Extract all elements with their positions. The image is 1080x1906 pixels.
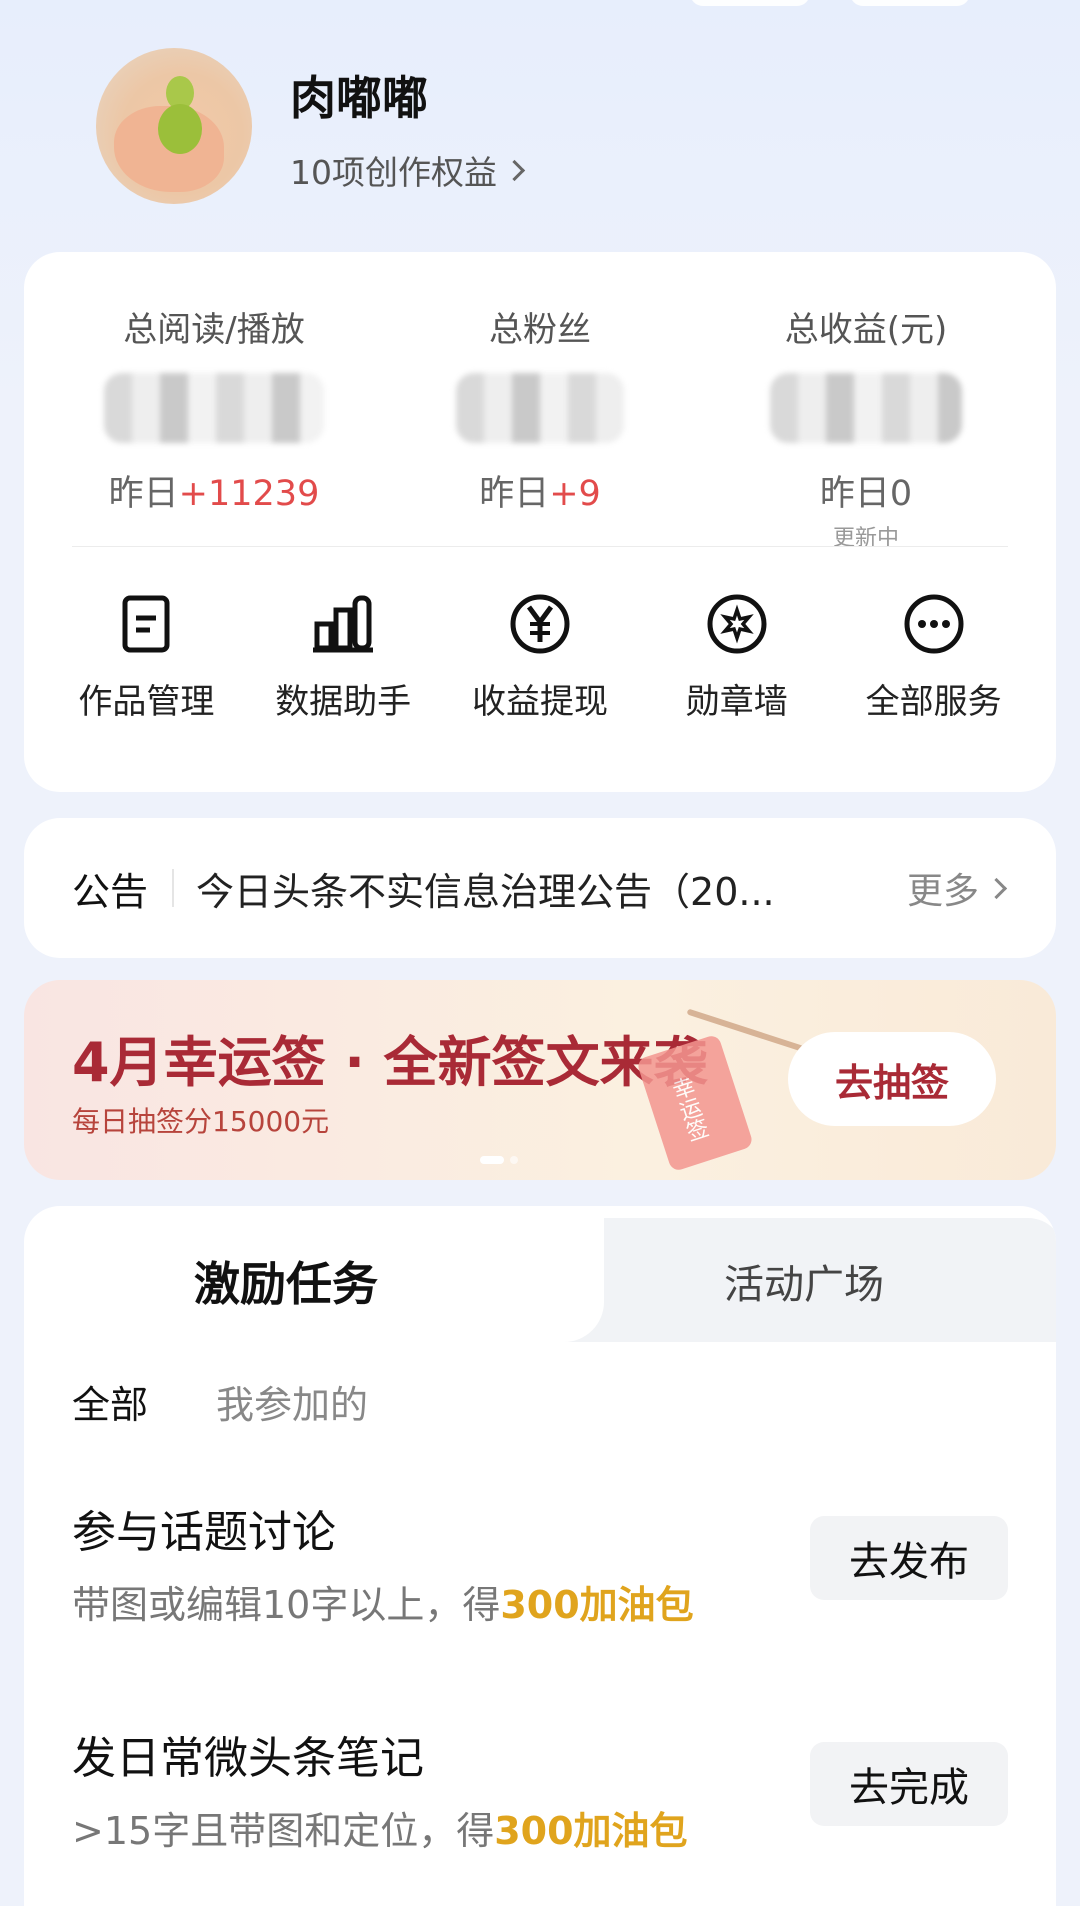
tool-grid: 作品管理 数据助手 收益提现 勋章墙 全部服务 bbox=[48, 592, 1032, 723]
tool-medal-wall[interactable]: 勋章墙 bbox=[638, 592, 835, 723]
more-label: 更多 bbox=[906, 871, 979, 912]
stat-label: 总粉丝 bbox=[489, 310, 591, 350]
tool-data-assistant[interactable]: 数据助手 bbox=[245, 592, 442, 723]
tool-label: 作品管理 bbox=[78, 682, 215, 722]
filter-all[interactable]: 全部 bbox=[72, 1374, 148, 1429]
filter-joined[interactable]: 我参加的 bbox=[216, 1374, 368, 1429]
stat-label: 总阅读/播放 bbox=[123, 310, 305, 350]
stat-value-blurred bbox=[770, 373, 962, 443]
divider bbox=[172, 869, 175, 907]
chevron-right-icon bbox=[503, 159, 526, 181]
carousel-dot bbox=[510, 1156, 518, 1164]
stat-delta: 昨日+11239 bbox=[108, 474, 320, 514]
tool-label: 全部服务 bbox=[865, 682, 1002, 722]
announcement-bar[interactable]: 公告 今日头条不实信息治理公告（20... 更多 bbox=[24, 818, 1056, 958]
bar-chart-icon bbox=[313, 595, 374, 653]
medal-icon bbox=[707, 594, 767, 654]
avatar[interactable] bbox=[96, 48, 252, 204]
task-item: 发日常微头条笔记 >15字且带图和定位，得300加油包 去完成 bbox=[72, 1722, 1008, 1855]
avatar-gourd-bottom bbox=[158, 104, 202, 154]
task-item: 参与话题讨论 带图或编辑10字以上，得300加油包 去发布 bbox=[72, 1496, 1008, 1629]
tab-activity-square[interactable]: 活动广场 bbox=[724, 1252, 884, 1310]
stat-delta: 昨日0 bbox=[819, 474, 913, 514]
divider bbox=[72, 546, 1008, 547]
tool-label: 勋章墙 bbox=[685, 682, 788, 722]
draw-lot-button[interactable]: 去抽签 bbox=[788, 1032, 996, 1126]
tool-income-withdraw[interactable]: 收益提现 bbox=[442, 592, 639, 723]
complete-button[interactable]: 去完成 bbox=[810, 1742, 1008, 1826]
carousel-indicator bbox=[480, 1156, 518, 1164]
tab-curve bbox=[544, 1218, 604, 1342]
tasks-panel: 激励任务 活动广场 全部 我参加的 参与话题讨论 带图或编辑10字以上，得300… bbox=[24, 1206, 1056, 1906]
stat-value-blurred bbox=[456, 373, 624, 443]
stat-total-reads[interactable]: 总阅读/播放 昨日+11239 bbox=[64, 252, 364, 516]
document-icon bbox=[122, 595, 170, 653]
tool-all-services[interactable]: 全部服务 bbox=[835, 592, 1032, 723]
lucky-envelope-icon: 幸运签 bbox=[635, 1033, 755, 1173]
stat-label: 总收益(元) bbox=[784, 310, 948, 350]
status-pill bbox=[850, 0, 970, 6]
tool-works-management[interactable]: 作品管理 bbox=[48, 592, 245, 723]
yen-icon bbox=[510, 594, 570, 654]
announcement-tag: 公告 bbox=[72, 869, 149, 914]
publish-button[interactable]: 去发布 bbox=[810, 1516, 1008, 1600]
stats-card: 总阅读/播放 昨日+11239 总粉丝 昨日+9 总收益(元) 昨日0 更新中 … bbox=[24, 252, 1056, 792]
stat-total-income[interactable]: 总收益(元) 昨日0 更新中 bbox=[716, 252, 1016, 552]
chevron-right-icon bbox=[985, 877, 1008, 899]
tab-incentive-tasks[interactable]: 激励任务 bbox=[194, 1248, 378, 1314]
creator-rights-link[interactable]: 10项创作权益 bbox=[290, 146, 526, 194]
announcement-text[interactable]: 今日头条不实信息治理公告（20... bbox=[196, 861, 846, 916]
status-pill bbox=[690, 0, 810, 6]
username[interactable]: 肉嘟嘟 bbox=[290, 62, 428, 128]
creator-rights-label: 10项创作权益 bbox=[290, 153, 497, 192]
stat-delta: 昨日+9 bbox=[479, 474, 601, 514]
tool-label: 数据助手 bbox=[275, 682, 412, 722]
stat-updating-note: 更新中 bbox=[832, 526, 899, 551]
banner-subtitle: 每日抽签分15000元 bbox=[72, 1105, 330, 1138]
stat-value-blurred bbox=[104, 373, 324, 443]
more-icon bbox=[904, 594, 964, 654]
announcement-more-link[interactable]: 更多 bbox=[906, 862, 1008, 914]
banner-title: 4月幸运签 · 全新签文来袭 bbox=[72, 1031, 708, 1094]
lucky-draw-banner[interactable]: 4月幸运签 · 全新签文来袭 每日抽签分15000元 幸运签 去抽签 bbox=[24, 980, 1056, 1180]
stat-total-fans[interactable]: 总粉丝 昨日+9 bbox=[390, 252, 690, 516]
carousel-dot-active bbox=[480, 1156, 504, 1164]
tool-label: 收益提现 bbox=[471, 682, 608, 722]
